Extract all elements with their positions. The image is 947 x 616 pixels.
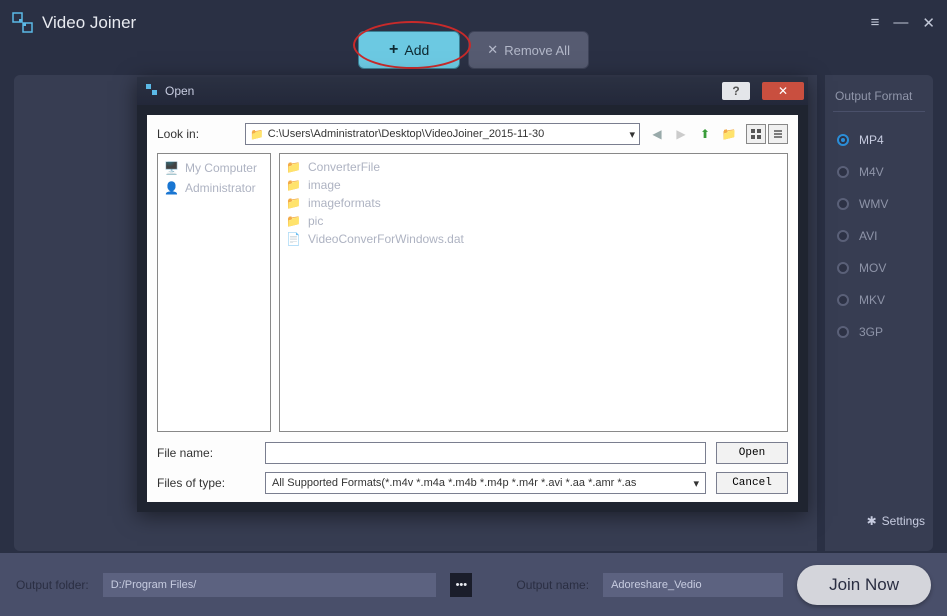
lookin-label: Look in: [157, 127, 237, 141]
file-item[interactable]: 📁pic [284, 212, 783, 230]
radio-icon [837, 326, 849, 338]
radio-icon [837, 262, 849, 274]
menu-icon[interactable]: ≡ [871, 14, 880, 32]
dialog-help-button[interactable]: ? [722, 82, 750, 100]
computer-icon: 🖥️ [164, 161, 179, 175]
file-item[interactable]: 📁ConverterFile [284, 158, 783, 176]
user-icon: 👤 [164, 181, 179, 195]
nav-forward-icon[interactable]: ▶ [672, 125, 690, 143]
plus-icon: + [389, 41, 398, 59]
file-icon: 📄 [286, 232, 302, 246]
dialog-close-button[interactable]: ✕ [762, 82, 804, 100]
output-name-label: Output name: [516, 578, 589, 592]
open-button[interactable]: Open [716, 442, 788, 464]
file-name-label: File name: [157, 446, 255, 460]
file-type-label: Files of type: [157, 476, 255, 490]
chevron-down-icon: ▾ [629, 128, 635, 141]
dialog-title: Open [165, 84, 194, 98]
folder-icon: 📁 [286, 214, 302, 228]
file-name-input[interactable] [265, 442, 706, 464]
format-title: Output Format [833, 85, 925, 112]
folder-icon: 📁 [286, 160, 302, 174]
output-folder-label: Output folder: [16, 578, 89, 592]
remove-all-button[interactable]: ✕ Remove All [468, 31, 589, 69]
nav-back-icon[interactable]: ◀ [648, 125, 666, 143]
view-list-button[interactable] [768, 124, 788, 144]
format-option-mkv[interactable]: MKV [833, 284, 925, 316]
open-file-dialog: Open ? ✕ Look in: 📁 C:\Users\Administrat… [137, 77, 808, 512]
folder-tree[interactable]: 🖥️My Computer👤Administrator [157, 153, 271, 432]
radio-icon [837, 294, 849, 306]
output-name-field[interactable]: Adoreshare_Vedio [603, 573, 783, 597]
output-format-panel: Output Format MP4M4VWMVAVIMOVMKV3GP [825, 75, 933, 551]
folder-icon: 📁 [286, 196, 302, 210]
view-icons-button[interactable] [746, 124, 766, 144]
format-option-mp4[interactable]: MP4 [833, 124, 925, 156]
file-item[interactable]: 📁image [284, 176, 783, 194]
join-now-button[interactable]: Join Now [797, 565, 931, 605]
x-icon: ✕ [487, 42, 498, 58]
app-title: Video Joiner [42, 13, 136, 33]
format-option-3gp[interactable]: 3GP [833, 316, 925, 348]
tree-item[interactable]: 🖥️My Computer [162, 158, 266, 178]
format-option-wmv[interactable]: WMV [833, 188, 925, 220]
file-type-combo[interactable]: All Supported Formats(*.m4v *.m4a *.m4b … [265, 472, 706, 494]
settings-link[interactable]: ✱ Settings [867, 514, 925, 528]
dialog-icon [145, 83, 159, 100]
format-option-avi[interactable]: AVI [833, 220, 925, 252]
folder-icon: 📁 [250, 128, 264, 141]
output-folder-field[interactable]: D:/Program Files/ [103, 573, 437, 597]
radio-icon [837, 134, 849, 146]
lookin-combo[interactable]: 📁 C:\Users\Administrator\Desktop\VideoJo… [245, 123, 640, 145]
format-option-mov[interactable]: MOV [833, 252, 925, 284]
radio-icon [837, 230, 849, 242]
file-item[interactable]: 📁imageformats [284, 194, 783, 212]
radio-icon [837, 198, 849, 210]
chevron-down-icon: ▾ [693, 477, 699, 490]
file-item[interactable]: 📄VideoConverForWindows.dat [284, 230, 783, 248]
format-option-m4v[interactable]: M4V [833, 156, 925, 188]
close-icon[interactable]: ✕ [922, 14, 935, 32]
radio-icon [837, 166, 849, 178]
cancel-button[interactable]: Cancel [716, 472, 788, 494]
add-button[interactable]: + Add [358, 31, 460, 69]
minimize-icon[interactable]: — [893, 14, 908, 32]
gear-icon: ✱ [867, 514, 877, 528]
new-folder-icon[interactable]: 📁 [720, 125, 738, 143]
browse-button[interactable]: ••• [450, 573, 472, 597]
tree-item[interactable]: 👤Administrator [162, 178, 266, 198]
file-list[interactable]: 📁ConverterFile📁image📁imageformats📁pic📄Vi… [279, 153, 788, 432]
nav-up-icon[interactable]: ⬆ [696, 125, 714, 143]
folder-icon: 📁 [286, 178, 302, 192]
